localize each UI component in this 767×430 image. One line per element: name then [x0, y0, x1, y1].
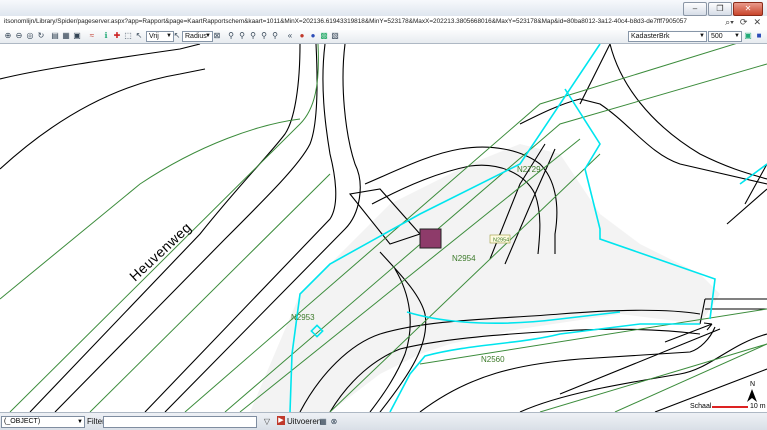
scale-value: 10 m	[750, 403, 766, 410]
clear-filter-icon[interactable]: ⊗	[329, 417, 339, 427]
search-map-5-icon[interactable]: ⚲	[270, 31, 280, 41]
address-bar[interactable]: itsonomlijn/Library/Spider/pageserver.as…	[0, 16, 767, 31]
address-icons: ⌕▾ ⟳ ✕	[725, 17, 761, 28]
road-label: Heuvenweg	[126, 219, 194, 284]
parcel-label-n2729: N2729	[517, 165, 541, 174]
record-icon[interactable]: ●	[297, 31, 307, 41]
export-table-icon[interactable]: ▦	[318, 417, 328, 427]
funnel-icon[interactable]: ▽	[262, 417, 272, 427]
settings-icon[interactable]: ▧	[330, 31, 340, 41]
chevron-down-icon: ▼	[205, 33, 211, 39]
select-icon[interactable]: ⬚	[123, 31, 133, 41]
map-toolbar: ⊕ ⊖ ◎ ↻ ▤ ▦ ▣ ≈ ℹ ✚ ⬚ ↖ Vrij ▼ ↖ Radius ▼ …	[0, 30, 767, 44]
clear-selection-icon[interactable]: ⊠	[212, 31, 222, 41]
table-icon[interactable]: ▦	[61, 31, 71, 41]
chevron-down-icon: ▼	[734, 33, 740, 39]
execute-button[interactable]: Uitvoeren	[287, 417, 321, 426]
chevron-down-icon: ▼	[699, 33, 705, 39]
search-map-2-icon[interactable]: ⚲	[237, 31, 247, 41]
refresh-map-icon[interactable]: ↻	[36, 31, 46, 41]
parcel-label-n2560: N2560	[481, 355, 505, 364]
url-text[interactable]: itsonomlijn/Library/Spider/pageserver.as…	[4, 18, 694, 25]
selected-object-marker[interactable]	[419, 228, 442, 249]
mode-select[interactable]: Vrij ▼	[146, 31, 174, 42]
identify-icon[interactable]: ℹ	[101, 31, 111, 41]
layer-select[interactable]: KadasterBrk ▼	[628, 31, 707, 42]
parcel-label-n2954: N2954	[452, 254, 476, 263]
zoom-in-icon[interactable]: ⊕	[3, 31, 13, 41]
window-titlebar: – ❐ ✕	[0, 0, 767, 17]
zoom-out-icon[interactable]: ⊖	[14, 31, 24, 41]
parcel-label-n2953: N2953	[291, 313, 315, 322]
filter-input[interactable]	[103, 416, 257, 428]
globe-icon[interactable]: ●	[308, 31, 318, 41]
chevron-down-icon: ▼	[77, 419, 83, 425]
zoom-extent-icon[interactable]: ◎	[25, 31, 35, 41]
image-icon[interactable]: ▩	[319, 31, 329, 41]
svg-text:N: N	[750, 381, 755, 388]
scale-select[interactable]: 500 ▼	[708, 31, 742, 42]
maximize-button[interactable]: ❐	[708, 2, 732, 16]
scale-label: Schaal	[690, 403, 712, 410]
pin-icon[interactable]: ✚	[112, 31, 122, 41]
execute-icon[interactable]: ▶	[277, 416, 285, 425]
window-controls: – ❐ ✕	[683, 2, 763, 16]
map-drawing[interactable]: Heuvenweg N2729 N2954 N2953 N2560 N2954 …	[0, 44, 767, 412]
search-map-3-icon[interactable]: ⚲	[248, 31, 258, 41]
export-icon[interactable]: ▣	[743, 31, 753, 41]
radius-select[interactable]: Radius ▼	[182, 31, 213, 42]
search-map-icon[interactable]: ⚲	[226, 31, 236, 41]
back-icon[interactable]: «	[285, 31, 295, 41]
radius-pointer-icon[interactable]: ↖	[172, 31, 182, 41]
minimize-button[interactable]: –	[683, 2, 707, 16]
print-icon[interactable]: ▤	[50, 31, 60, 41]
layers-icon[interactable]: ▣	[72, 31, 82, 41]
refresh-icon[interactable]: ⟳	[740, 17, 748, 28]
parcel-fill	[250, 144, 720, 412]
scale-line	[712, 406, 748, 408]
measure-icon[interactable]: ≈	[87, 31, 97, 41]
scale-bar: Schaal 10 m	[690, 403, 767, 412]
search-map-4-icon[interactable]: ⚲	[259, 31, 269, 41]
search-icon[interactable]: ⌕▾	[725, 17, 734, 28]
stop-icon[interactable]: ✕	[753, 17, 761, 28]
info-icon[interactable]: ■	[754, 31, 764, 41]
close-button[interactable]: ✕	[733, 2, 763, 16]
filter-bar: (_OBJECT) ▼ Filter ▽ ▶ Uitvoeren ▦ ⊗	[0, 412, 767, 430]
north-arrow-icon: N	[747, 381, 757, 402]
map-canvas[interactable]: Heuvenweg N2729 N2954 N2953 N2560 N2954 …	[0, 44, 767, 412]
parcel-badge: N2954	[493, 238, 509, 244]
object-select[interactable]: (_OBJECT) ▼	[1, 416, 85, 428]
pointer-icon[interactable]: ↖	[134, 31, 144, 41]
direction-arrows	[664, 322, 713, 343]
